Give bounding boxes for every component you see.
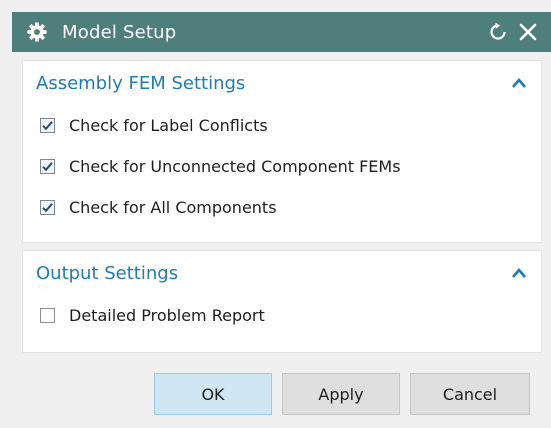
chevron-up-icon[interactable] [511,77,527,89]
assembly-fem-settings-header[interactable]: Assembly FEM Settings [23,61,541,105]
option-label: Check for Unconnected Component FEMs [69,157,401,176]
group-title: Assembly FEM Settings [36,72,246,94]
group-title: Output Settings [36,262,179,284]
option-check-all-components[interactable]: Check for All Components [23,187,541,228]
checkbox-checked-icon[interactable] [40,159,55,174]
checkbox-checked-icon[interactable] [40,200,55,215]
option-detailed-problem-report[interactable]: Detailed Problem Report [23,295,541,336]
ok-button[interactable]: OK [154,373,272,415]
checkbox-unchecked-icon[interactable] [40,308,55,323]
output-settings-header[interactable]: Output Settings [23,251,541,295]
window-title: Model Setup [62,21,177,43]
cancel-button[interactable]: Cancel [410,373,530,415]
option-label: Check for All Components [69,198,277,217]
assembly-fem-settings-group: Assembly FEM Settings Check for Label Co… [22,60,542,243]
output-settings-group: Output Settings Detailed Problem Report [22,250,542,353]
close-icon[interactable] [515,19,541,45]
apply-button[interactable]: Apply [282,373,400,415]
option-label: Check for Label Conflicts [69,116,268,135]
gear-icon [26,21,48,43]
reset-icon[interactable] [485,19,511,45]
option-check-unconnected-component-fems[interactable]: Check for Unconnected Component FEMs [23,146,541,187]
option-check-label-conflicts[interactable]: Check for Label Conflicts [23,105,541,146]
checkbox-checked-icon[interactable] [40,118,55,133]
option-label: Detailed Problem Report [69,306,265,325]
title-bar: Model Setup [12,12,551,52]
chevron-up-icon[interactable] [511,267,527,279]
